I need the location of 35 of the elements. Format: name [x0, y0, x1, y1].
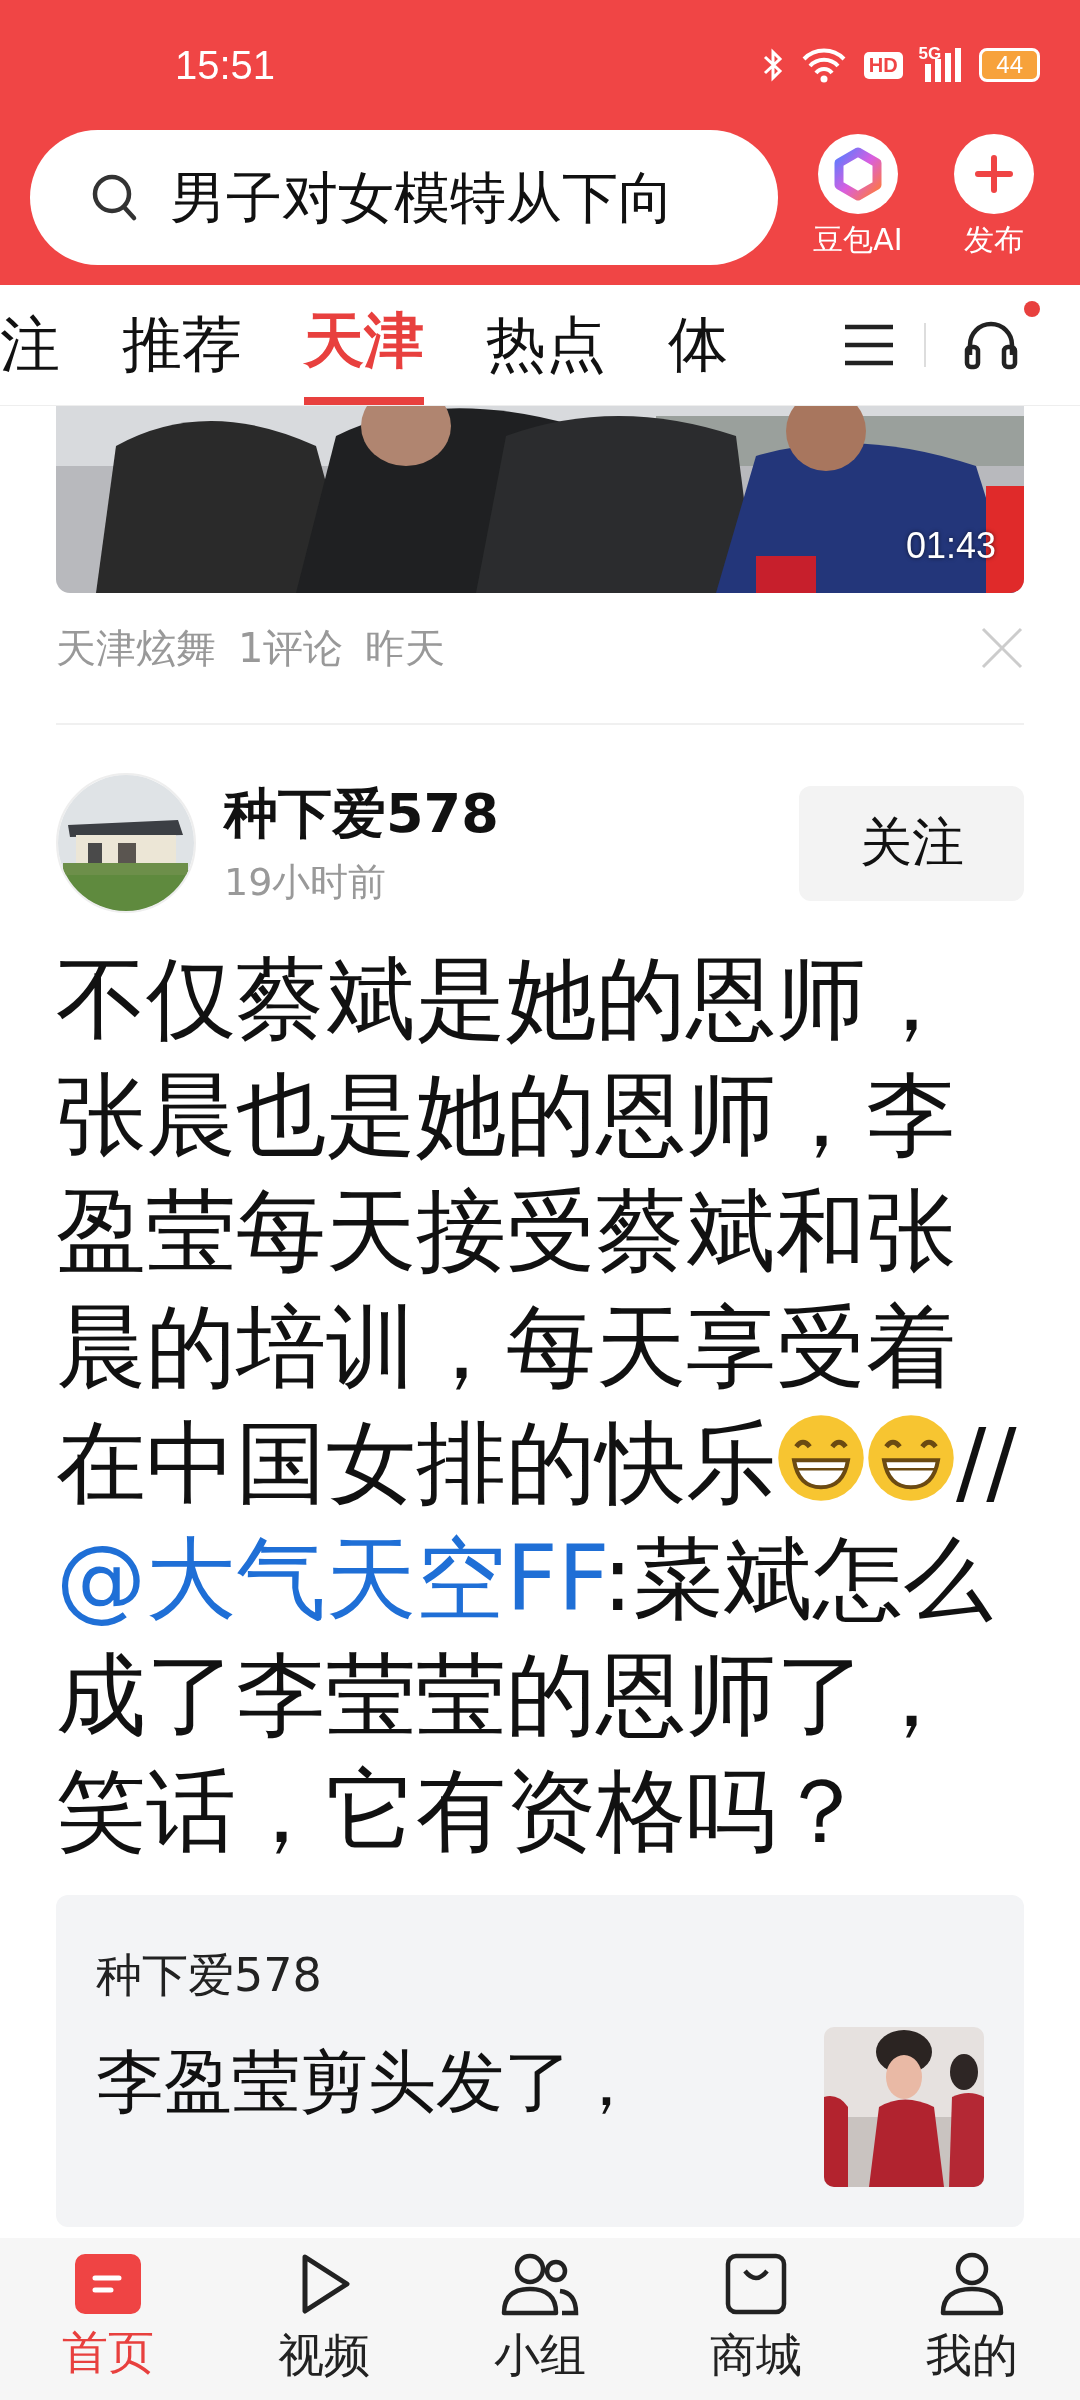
menu-icon[interactable] — [842, 322, 896, 368]
channel-tab[interactable]: 体 — [668, 285, 728, 405]
nav-tab[interactable]: 首页 — [18, 2254, 198, 2384]
author-name[interactable]: 种下爱578 — [224, 778, 799, 851]
bluetooth-icon — [761, 47, 784, 83]
shopping-bag-icon — [723, 2251, 789, 2317]
quoted-author: 种下爱578 — [96, 1947, 323, 2004]
meta-text: 1评论 — [238, 623, 344, 673]
quoted-post-card[interactable]: 种下爱578 李盈莹剪头发了， — [56, 1895, 1024, 2227]
post-time: 19小时前 — [224, 859, 388, 906]
person-icon — [939, 2251, 1005, 2317]
grinning-emoji-icon — [866, 1413, 956, 1503]
battery-indicator: 44 — [979, 48, 1040, 82]
grinning-emoji-icon — [776, 1413, 866, 1503]
home-icon — [75, 2254, 141, 2314]
ai-assistant-button[interactable]: 豆包AI — [802, 134, 914, 261]
meta-text: 天津炫舞 — [56, 623, 216, 673]
follow-button[interactable]: 关注 — [799, 785, 1024, 901]
mention-link[interactable]: @大气天空FF — [56, 1526, 603, 1631]
nav-tab[interactable]: 我的 — [882, 2251, 1062, 2387]
publish-button[interactable]: 发布 — [938, 134, 1050, 261]
people-icon — [500, 2251, 580, 2317]
nav-tab[interactable]: 视频 — [234, 2251, 414, 2387]
post-text: 不仅蔡斌是她的恩师，张晨也是她的恩师，李盈莹每天接受蔡斌和张晨的培训，每天享受着在中国女排的快乐 // @大气天空FF:菜斌怎么成了李莹莹的恩师了，笑话，它有资格吗？ — [56, 945, 1018, 1865]
network-label: 5G — [918, 44, 942, 64]
channel-tab[interactable]: 注 — [0, 285, 60, 405]
nav-tab[interactable]: 商城 — [666, 2251, 846, 2387]
quoted-text: 李盈莹剪头发了， — [96, 2041, 640, 2123]
channel-tab[interactable]: 热点 — [486, 285, 606, 405]
channel-tab[interactable]: 推荐 — [122, 285, 242, 405]
search-field[interactable]: 男子对女模特从下向 — [30, 130, 778, 265]
hd-badge: HD — [863, 51, 903, 79]
meta-text: 昨天 — [365, 623, 446, 673]
nav-tab[interactable]: 小组 — [450, 2251, 630, 2387]
status-time: 15:51 — [175, 42, 276, 88]
